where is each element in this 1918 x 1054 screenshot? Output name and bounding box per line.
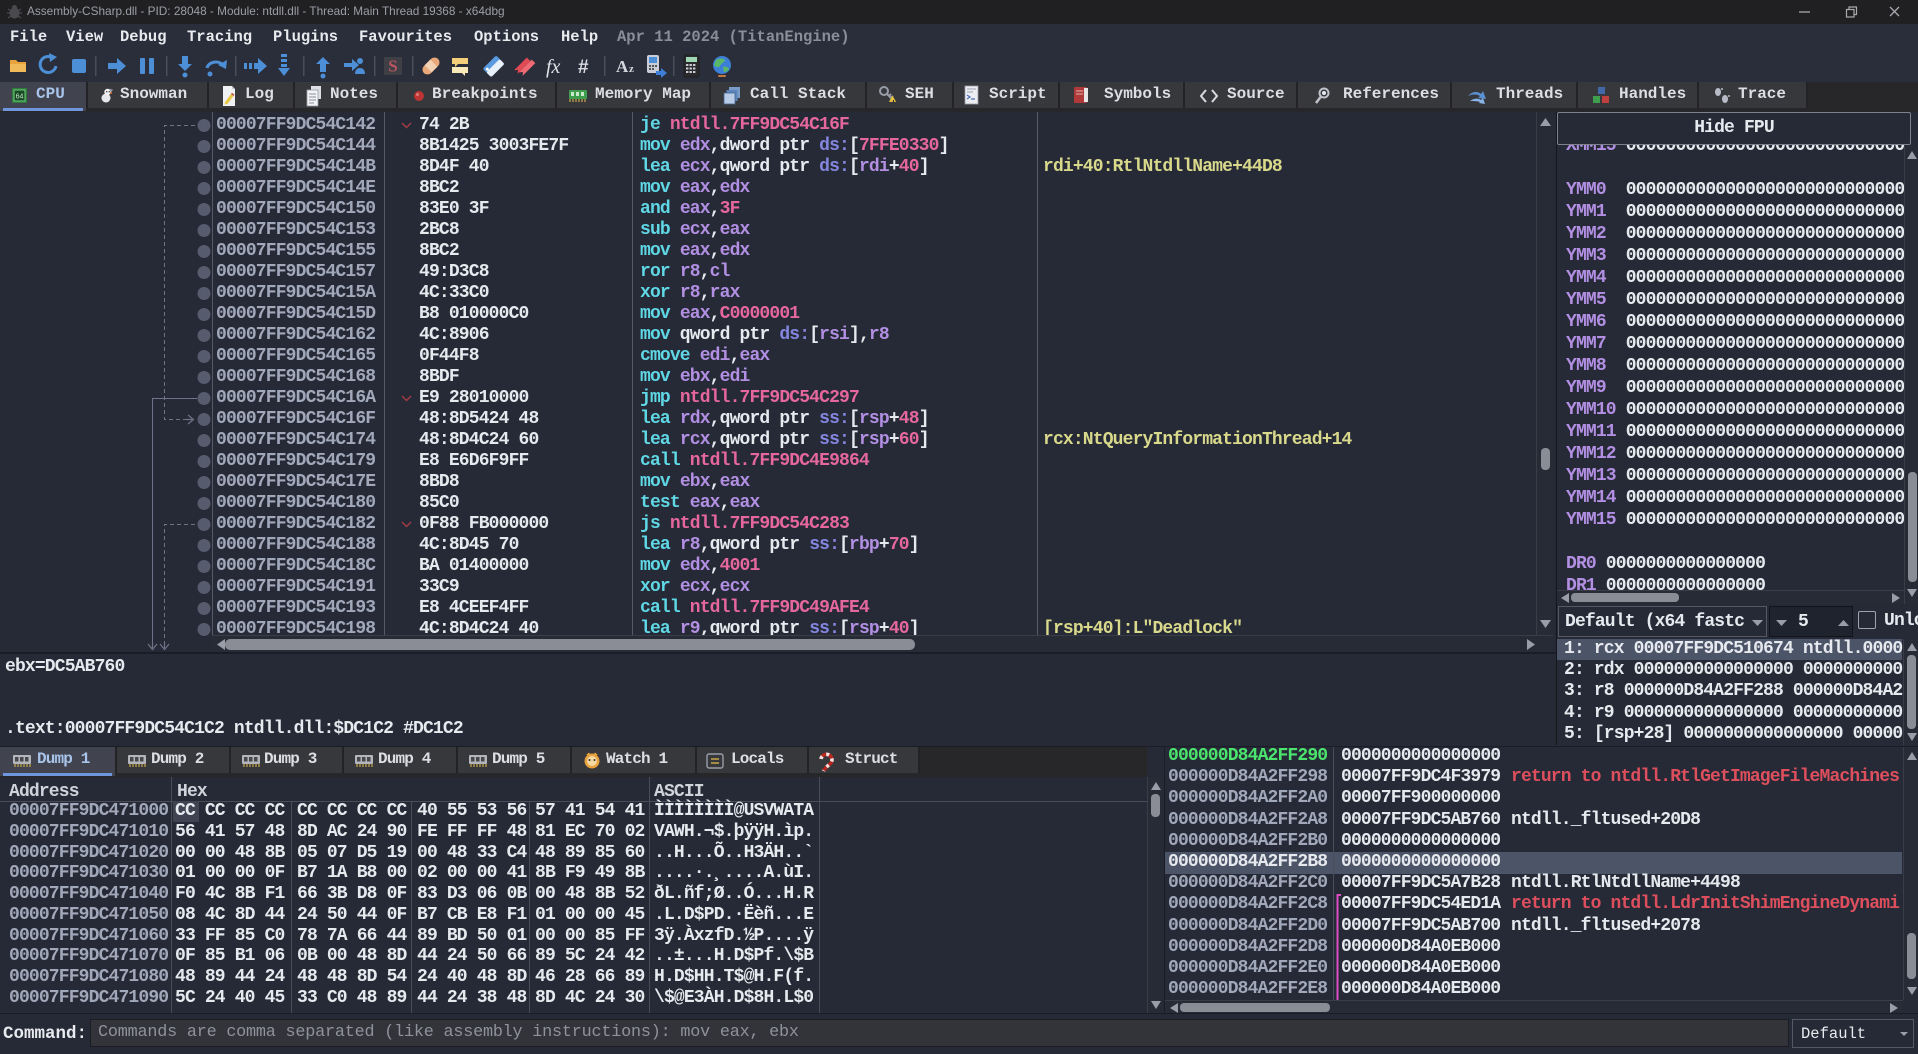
svg-text:z: z xyxy=(629,63,634,75)
svg-text:64: 64 xyxy=(16,94,24,101)
svg-text:S: S xyxy=(388,57,397,76)
svg-text:#: # xyxy=(578,57,589,78)
svg-text:A: A xyxy=(616,57,629,76)
svg-text:fx: fx xyxy=(546,56,561,78)
svg-text:!: ! xyxy=(892,99,895,108)
